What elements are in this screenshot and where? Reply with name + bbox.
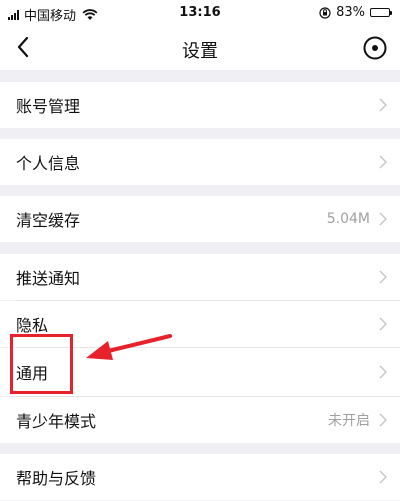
settings-item-clear-cache[interactable]: 清空缓存 5.04M [0, 196, 400, 242]
chevron-right-icon [379, 155, 388, 169]
chevron-right-icon [379, 212, 388, 226]
more-options-icon[interactable] [362, 35, 388, 61]
chevron-right-icon [379, 413, 388, 427]
chevron-right-icon [379, 270, 388, 284]
settings-item-label: 青少年模式 [16, 412, 97, 431]
settings-item-label: 隐私 [16, 316, 49, 335]
settings-item-personal-info[interactable]: 个人信息 [0, 139, 400, 185]
status-bar: 中国移动 13:16 83% [0, 0, 400, 26]
teen-mode-status: 未开启 [328, 413, 370, 429]
red-arrow-icon [86, 334, 172, 360]
settings-item-label: 账号管理 [16, 97, 81, 116]
chevron-right-icon [379, 470, 388, 484]
nav-bar: 设置 [0, 26, 400, 70]
settings-item-teen-mode[interactable]: 青少年模式 未开启 [0, 397, 400, 443]
settings-item-label: 帮助与反馈 [16, 469, 97, 488]
highlight-box [10, 334, 73, 394]
settings-item-account[interactable]: 账号管理 [0, 82, 400, 128]
settings-item-label: 清空缓存 [16, 211, 81, 230]
chevron-right-icon [379, 98, 388, 112]
settings-item-push[interactable]: 推送通知 [0, 254, 400, 300]
settings-item-help[interactable]: 帮助与反馈 [0, 454, 400, 500]
settings-item-label: 个人信息 [16, 154, 81, 173]
chevron-right-icon [379, 365, 388, 379]
settings-item-label: 推送通知 [16, 269, 81, 288]
page-title: 设置 [182, 41, 218, 62]
battery-icon [370, 8, 392, 17]
orientation-lock-icon [319, 6, 331, 19]
chevron-right-icon [379, 317, 388, 331]
battery-percent: 83% [336, 5, 365, 20]
cache-size-value: 5.04M [326, 211, 370, 227]
